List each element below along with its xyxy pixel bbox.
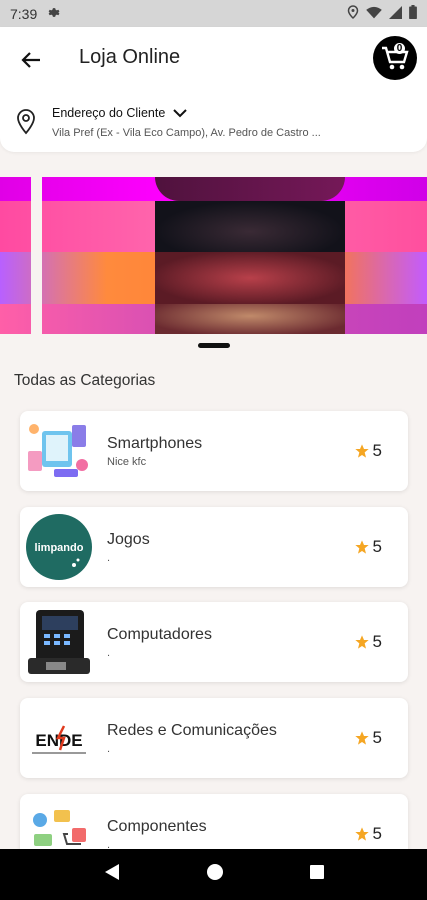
category-name: Jogos [107, 531, 150, 548]
banner-divider [31, 177, 42, 334]
category-name: Computadores [107, 626, 212, 643]
chevron-down-icon [173, 108, 187, 117]
category-card-smartphones[interactable]: Smartphones Nice kfc 5 [20, 411, 408, 491]
category-subtitle: . [107, 647, 111, 659]
nav-home-button[interactable] [206, 863, 224, 886]
star-icon [354, 540, 369, 554]
logo-text: limpando [35, 542, 84, 554]
status-time: 7:39 [10, 5, 38, 22]
category-name: Smartphones [107, 435, 203, 452]
location-icon [347, 5, 359, 22]
page-title: Loja Online [79, 46, 181, 68]
star-icon [354, 827, 369, 841]
signal-icon [389, 5, 402, 22]
rating-value: 5 [372, 824, 382, 843]
system-nav-bar [0, 849, 427, 900]
map-pin-icon [16, 109, 36, 140]
cart-count-badge: 0 [394, 43, 405, 54]
banner-face-slice [155, 201, 345, 252]
rating-value: 5 [372, 632, 382, 651]
category-image [24, 608, 94, 676]
category-name: Componentes [107, 818, 207, 835]
banner-face-slice [155, 177, 345, 201]
category-rating: 5 [354, 632, 382, 652]
rating-value: 5 [372, 728, 382, 747]
category-rating: 5 [354, 728, 382, 748]
category-subtitle: Nice kfc [107, 456, 147, 468]
category-rating: 5 [354, 441, 382, 461]
section-title: Todas as Categorias [14, 372, 156, 389]
category-image: ENDE [24, 704, 94, 772]
wifi-icon [366, 6, 382, 22]
arrow-back-icon [21, 52, 40, 68]
address-label: Endereço do Cliente [52, 106, 166, 120]
circle-home-icon [206, 864, 223, 880]
category-card-jogos[interactable]: limpando Jogos . 5 [20, 507, 408, 587]
pager-indicator [198, 343, 230, 348]
banner-face-slice [155, 304, 345, 334]
square-recents-icon [309, 865, 324, 879]
rating-value: 5 [372, 441, 382, 460]
triangle-back-icon [104, 864, 119, 880]
category-name: Redes e Comunicações [107, 722, 277, 739]
back-button[interactable] [16, 45, 46, 75]
category-rating: 5 [354, 824, 382, 844]
category-rating: 5 [354, 537, 382, 557]
settings-icon [47, 6, 60, 22]
address-selector[interactable]: Endereço do Cliente [52, 106, 187, 120]
category-subtitle: . [107, 743, 111, 755]
battery-icon [409, 5, 417, 22]
category-card-redes[interactable]: ENDE Redes e Comunicações . 5 [20, 698, 408, 778]
category-subtitle: . [107, 552, 111, 564]
rating-value: 5 [372, 537, 382, 556]
cart-button[interactable]: 0 [373, 36, 417, 80]
banner-face-slice [155, 252, 345, 304]
category-image [24, 417, 94, 485]
star-icon [354, 731, 369, 745]
nav-back-button[interactable] [103, 863, 121, 886]
address-value: Vila Pref (Ex - Vila Eco Campo), Av. Ped… [52, 127, 321, 139]
category-image: limpando [24, 513, 94, 581]
nav-recents-button[interactable] [309, 864, 325, 885]
header-card: Loja Online 0 Endereço do Cliente Vila P… [0, 27, 427, 152]
promo-banner[interactable] [0, 177, 427, 334]
category-card-computadores[interactable]: Computadores . 5 [20, 602, 408, 682]
star-icon [354, 444, 369, 458]
star-icon [354, 635, 369, 649]
status-bar: 7:39 [0, 0, 427, 27]
